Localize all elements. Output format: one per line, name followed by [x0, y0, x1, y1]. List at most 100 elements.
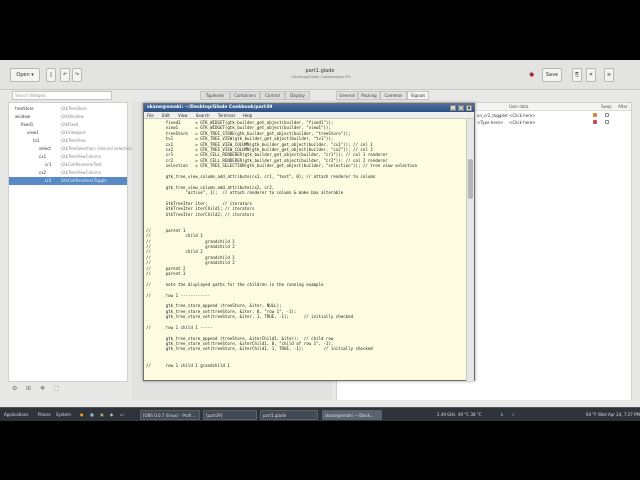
tree-row[interactable]: treeStore GtkTreeStore	[9, 105, 127, 113]
show-desktop-icon[interactable]: ▭	[120, 410, 124, 420]
edit-icon[interactable]	[593, 113, 597, 117]
tree-row[interactable]: view1 GtkViewport	[9, 129, 127, 137]
task-glade[interactable]: part1.glade	[260, 410, 318, 420]
search-widgets-input[interactable]: Search Widgets	[12, 91, 112, 100]
tree-row-id: tv1	[33, 138, 40, 143]
document-path: ~/Desktop/Glade Cookbook/part39	[289, 75, 351, 79]
network-icon[interactable]: ⇅	[500, 410, 503, 420]
inspector-icon[interactable]: 🐞	[527, 68, 537, 82]
app-launcher-icon[interactable]: ◆	[110, 410, 113, 420]
terminal-titlebar[interactable]: skane@smoki: ~/Desktop/Glade Cookbook/pa…	[144, 104, 474, 112]
object-tree: treeStore GtkTreeStore window GtkWindow fixe…	[8, 102, 132, 382]
tab-signals[interactable]: Signals	[407, 91, 429, 100]
task-obs[interactable]: [OBS 0.0.7 (linux) - Profi...	[140, 410, 200, 420]
tree-row[interactable]: cx1 GtkTreeViewColumn	[9, 153, 127, 161]
open-button[interactable]: Open ▾	[10, 68, 40, 82]
files-icon[interactable]: ■	[90, 410, 94, 420]
palette-tab-containers[interactable]: Containers	[230, 91, 260, 100]
maximize-icon[interactable]: □	[458, 105, 464, 111]
cpu-frequency: 2.49 GHz	[437, 412, 456, 417]
places-menu[interactable]: Places	[38, 410, 51, 420]
save-label: Save	[545, 72, 559, 78]
tree-row-class: GtkTreeViewColumn	[61, 170, 102, 175]
menu-file[interactable]: File	[147, 113, 154, 118]
tree-row-class: GtkTreeStore	[61, 106, 87, 111]
tree-row[interactable]: window GtkWindow	[9, 113, 127, 121]
tree-footer-icons: ⚙ ⊞ ✥ ⬚	[8, 385, 128, 397]
menu-help[interactable]: Help	[243, 113, 252, 118]
close-icon[interactable]: x	[466, 105, 472, 111]
terminal-launcher-icon[interactable]: ▣	[100, 410, 104, 420]
save-as-icon[interactable]: ⎘	[572, 68, 582, 82]
tree-row[interactable]: select GtkTreeSelection: Internal selecti…	[9, 145, 132, 153]
menu-view[interactable]: View	[178, 113, 188, 118]
menu-edit[interactable]: Edit	[162, 113, 170, 118]
minimize-icon[interactable]: _	[450, 105, 456, 111]
move-icon[interactable]: ✥	[40, 385, 45, 392]
desktop-screen: Open ▾ ▯ ↶ ↷ part1.glade ~/Desktop/Glade…	[0, 60, 640, 420]
menu-icon[interactable]: ≡	[604, 68, 614, 82]
remove-icon[interactable]	[593, 120, 597, 124]
tree-row-class: GtkTreeSelection: Internal selection	[61, 146, 133, 151]
window-title: part1.glade ~/Desktop/Glade Cookbook/par…	[250, 68, 390, 80]
close-project-icon[interactable]: ✕	[586, 68, 596, 82]
tree-row[interactable]: cx2 GtkTreeViewColumn	[9, 169, 127, 177]
swap-checkbox[interactable]	[605, 120, 609, 124]
tree-row-class: GtkFixed	[61, 122, 79, 127]
applications-menu[interactable]: Applications	[4, 410, 28, 420]
gear-icon[interactable]: ⚙	[12, 385, 17, 392]
redo-icon[interactable]: ↷	[72, 68, 82, 82]
terminal-line: // row 1 child 1 grandchild 1	[146, 362, 230, 368]
tab-common[interactable]: Common	[380, 91, 407, 100]
weather-temp[interactable]: 64 °F	[586, 410, 597, 420]
terminal-text[interactable]: fixed1 = GTK_WIDGET(gtk_builder_get_obje…	[144, 119, 466, 381]
tree-row[interactable]: fixed1 GtkFixed	[9, 121, 127, 129]
cpu-temperature: 49 °C 38 °C	[458, 412, 482, 417]
tree-row-id: cr1	[45, 162, 52, 167]
tab-general[interactable]: General	[336, 91, 358, 100]
scrollbar-thumb[interactable]	[468, 159, 473, 199]
palette-tab-display[interactable]: Display	[285, 91, 310, 100]
tree-row[interactable]: cr2 GtkCellRendererToggle	[9, 177, 127, 185]
handler-cell[interactable]: <Type here>	[477, 119, 503, 126]
col-user-data: User data	[509, 104, 529, 109]
tree-row-id: window	[15, 114, 31, 119]
menu-search[interactable]: Search	[196, 113, 210, 118]
terminal-window[interactable]: skane@smoki: ~/Desktop/Glade Cookbook/pa…	[143, 103, 475, 381]
volume-icon[interactable]: ♪	[512, 410, 515, 420]
tree-row[interactable]: tv1 GtkTreeView	[9, 137, 127, 145]
undo-icon[interactable]: ↶	[60, 68, 70, 82]
tree-row-class: GtkTreeView	[61, 138, 86, 143]
tree-row-id: view1	[27, 130, 39, 135]
system-menu[interactable]: System	[56, 410, 71, 420]
col-after: After	[618, 104, 628, 109]
open-label: Open	[16, 72, 30, 78]
swap-checkbox[interactable]	[605, 113, 609, 117]
handler-cell[interactable]: on_cr2_toggled	[477, 112, 508, 119]
select-icon[interactable]: ⬚	[54, 385, 60, 392]
taskbar: Applications Places System ● ■ ▣ ◆ ▭ [OB…	[0, 407, 640, 421]
tree-row-class: GtkCellRendererToggle	[61, 178, 107, 183]
tree-row-id: cx1	[39, 154, 47, 159]
task-part39[interactable]: [part39]	[203, 410, 257, 420]
tree-row-id: fixed1	[21, 122, 34, 127]
new-file-icon[interactable]: ▯	[46, 68, 56, 82]
task-terminal[interactable]: skane@smoki: ~/Desk...	[322, 410, 382, 420]
save-button[interactable]: Save	[542, 68, 562, 82]
glade-header-bar: Open ▾ ▯ ↶ ↷ part1.glade ~/Desktop/Glade…	[0, 60, 640, 90]
widget-icon[interactable]: ⊞	[26, 385, 31, 392]
user-data-cell[interactable]: <Click here>	[509, 112, 536, 119]
terminal-title: skane@smoki: ~/Desktop/Glade Cookbook/pa…	[147, 105, 273, 110]
tree-row-class: GtkWindow	[61, 114, 84, 119]
col-swap: Swap	[601, 104, 612, 109]
tree-row[interactable]: cr1 GtkCellRendererText	[9, 161, 127, 169]
tab-packing[interactable]: Packing	[358, 91, 380, 100]
palette-tab-control[interactable]: Control	[260, 91, 285, 100]
terminal-line: selection = GTK_TREE_SELECTION(gtk_build…	[146, 163, 418, 169]
menu-terminal[interactable]: Terminal	[218, 113, 235, 118]
user-data-cell[interactable]: <Click here>	[509, 119, 536, 126]
clock[interactable]: Wed Apr 24, 7:27 PM	[598, 410, 640, 420]
terminal-scrollbar[interactable]	[466, 119, 474, 381]
palette-tab-toplevels[interactable]: Toplevels	[200, 91, 230, 100]
firefox-icon[interactable]: ●	[80, 410, 84, 420]
